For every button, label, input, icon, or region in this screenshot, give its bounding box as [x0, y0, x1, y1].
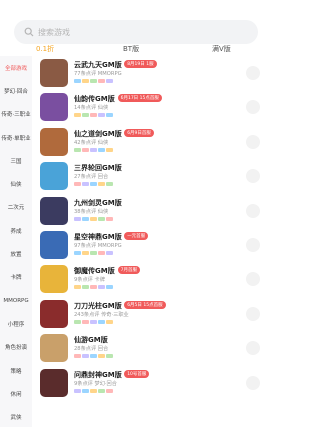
- launch-badge: 7月首服: [117, 266, 140, 275]
- sidebar-item[interactable]: 传奇·三职业: [0, 103, 32, 126]
- game-row[interactable]: 仙韵传GM版 6月17日 15点首服 14条点评 仙侠: [34, 90, 266, 124]
- launch-badge: 8月19日 1服: [124, 60, 157, 68]
- game-row[interactable]: 问鼎封神GM版 10号首服 9条点评 梦幻·回合: [34, 366, 266, 400]
- game-thumbnail: [40, 93, 68, 122]
- game-tags: [74, 79, 113, 83]
- game-meta: 243条点评 传奇·三职业: [74, 311, 129, 318]
- sidebar-item[interactable]: 放置: [0, 242, 32, 265]
- game-thumbnail: [40, 299, 68, 328]
- download-button[interactable]: [246, 237, 260, 252]
- sidebar-item[interactable]: MMORPG: [0, 289, 32, 312]
- game-tags: [74, 113, 113, 118]
- download-button[interactable]: [246, 341, 260, 356]
- download-button[interactable]: [246, 203, 260, 218]
- game-meta: 77条点评 MMORPG: [74, 71, 122, 77]
- category-tabs: 0.1折 BT版 满V版: [0, 40, 270, 56]
- sidebar-item[interactable]: 梦幻·回合: [0, 79, 32, 102]
- search-placeholder: 搜索游戏: [38, 27, 70, 37]
- game-thumbnail: [40, 334, 68, 363]
- game-meta: 38条点评 仙侠: [74, 208, 109, 215]
- game-tags: [74, 388, 113, 393]
- game-name: 刀刀光柱GM版: [74, 301, 122, 310]
- sidebar-item[interactable]: 策略: [0, 359, 32, 382]
- game-tags: [74, 147, 113, 152]
- sidebar-item[interactable]: 小程序: [0, 312, 32, 335]
- sidebar-item[interactable]: 角色扮演: [0, 336, 32, 359]
- game-name: 三界轮回GM版: [74, 164, 122, 173]
- download-button[interactable]: [246, 100, 260, 115]
- tab-vip[interactable]: 满V版: [212, 44, 231, 54]
- sidebar-item[interactable]: 武侠: [0, 405, 32, 427]
- game-row[interactable]: 仙游GM版 28条点评 回合: [34, 331, 266, 365]
- launch-badge: 6月17日 15点首服: [117, 94, 162, 103]
- game-name: 问鼎封神GM版: [74, 370, 122, 379]
- game-name: 仙游GM版: [74, 336, 108, 345]
- sidebar-item[interactable]: 养成: [0, 219, 32, 242]
- sidebar-item[interactable]: 休闲: [0, 382, 32, 405]
- game-meta: 42条点评 仙侠: [74, 139, 109, 146]
- game-meta: 9条点评 梦幻·回合: [74, 380, 117, 387]
- launch-badge: 6月9日首服: [124, 128, 154, 137]
- game-tags: [74, 319, 113, 324]
- game-name: 云武九天GM版: [74, 61, 122, 69]
- game-thumbnail: [40, 196, 68, 225]
- game-row[interactable]: 御魔传GM版 7月首服 9条点评 卡牌: [34, 262, 266, 296]
- game-row[interactable]: 星空神鼎GM版 一元首服 97条点评 MMORPG: [34, 228, 266, 262]
- game-name: 仙之道剑GM版: [74, 129, 122, 138]
- category-sidebar: 全部游戏 梦幻·回合 传奇·三职业 传奇·单职业 三国 仙侠 二次元 养成 放置 卡牌 MMORPG…: [0, 56, 32, 427]
- sidebar-item[interactable]: 全部游戏: [0, 56, 32, 79]
- download-button[interactable]: [246, 66, 260, 80]
- game-thumbnail: [40, 230, 68, 259]
- game-thumbnail: [40, 162, 68, 191]
- game-tags: [74, 285, 113, 290]
- launch-badge: 一元首服: [124, 231, 149, 240]
- game-list: 云武九天GM版 8月19日 1服 77条点评 MMORPG 仙韵传GM版 6月17日 1…: [34, 56, 266, 427]
- game-thumbnail: [40, 127, 68, 156]
- download-button[interactable]: [246, 306, 260, 321]
- game-tags: [74, 182, 113, 187]
- launch-badge: 6月5日 15点首服: [124, 300, 166, 309]
- sidebar-item[interactable]: 传奇·单职业: [0, 126, 32, 149]
- launch-badge: 10号首服: [124, 369, 150, 378]
- game-tags: [74, 216, 113, 221]
- game-meta: 9条点评 卡牌: [74, 277, 105, 284]
- tab-0.1[interactable]: 0.1折: [36, 44, 54, 54]
- game-tags: [74, 354, 113, 359]
- sidebar-item[interactable]: 卡牌: [0, 266, 32, 289]
- sidebar-item[interactable]: 三国: [0, 149, 32, 172]
- game-row[interactable]: 九州剑灵GM版 38条点评 仙侠: [34, 194, 266, 228]
- game-meta: 14条点评 仙侠: [74, 105, 109, 112]
- download-button[interactable]: [246, 375, 260, 390]
- game-thumbnail: [40, 59, 68, 87]
- game-row[interactable]: 刀刀光柱GM版 6月5日 15点首服 243条点评 传奇·三职业: [34, 297, 266, 331]
- game-name: 仙韵传GM版: [74, 95, 115, 104]
- search-icon: [24, 27, 34, 37]
- game-meta: 27条点评 回合: [74, 174, 109, 181]
- game-meta: 28条点评 回合: [74, 346, 109, 353]
- game-row[interactable]: 云武九天GM版 8月19日 1服 77条点评 MMORPG: [34, 56, 266, 90]
- download-button[interactable]: [246, 134, 260, 149]
- game-name: 星空神鼎GM版: [74, 232, 122, 241]
- download-button[interactable]: [246, 169, 260, 184]
- game-name: 九州剑灵GM版: [74, 198, 122, 207]
- download-button[interactable]: [246, 272, 260, 287]
- tab-bt[interactable]: BT版: [123, 44, 139, 54]
- game-thumbnail: [40, 265, 68, 294]
- sidebar-item[interactable]: 仙侠: [0, 172, 32, 195]
- game-row[interactable]: 仙之道剑GM版 6月9日首服 42条点评 仙侠: [34, 125, 266, 159]
- game-tags: [74, 250, 113, 255]
- game-meta: 97条点评 MMORPG: [74, 242, 122, 249]
- game-name: 御魔传GM版: [74, 267, 115, 276]
- game-thumbnail: [40, 368, 68, 397]
- game-row[interactable]: 三界轮回GM版 27条点评 回合: [34, 159, 266, 193]
- sidebar-item[interactable]: 二次元: [0, 196, 32, 219]
